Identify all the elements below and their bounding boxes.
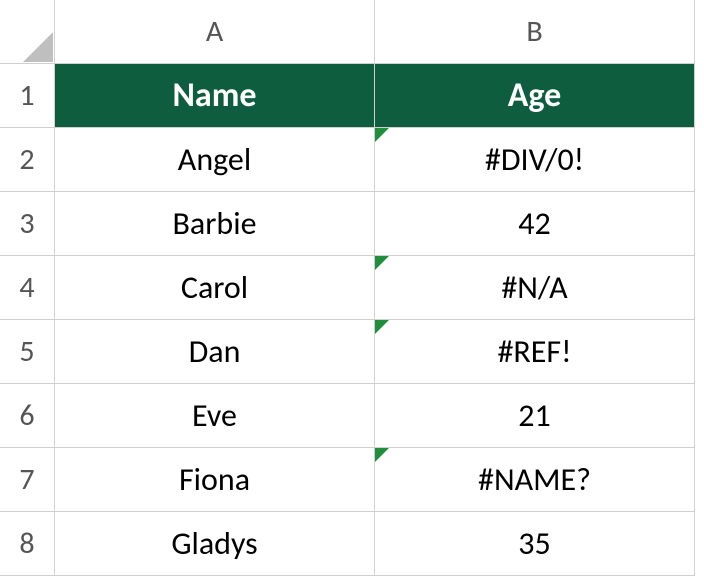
cell-b8[interactable]: 35: [375, 512, 695, 576]
cell-b2[interactable]: #DIV/0!: [375, 128, 695, 192]
row-header-6[interactable]: 6: [0, 384, 55, 448]
row-header-3[interactable]: 3: [0, 192, 55, 256]
spreadsheet-grid: A B 1 Name Age 2 Angel #DIV/0! 3 Barbie …: [0, 0, 704, 576]
column-header-a[interactable]: A: [55, 0, 375, 64]
error-indicator-icon: [375, 256, 389, 270]
cell-a1[interactable]: Name: [55, 64, 375, 128]
select-all-corner[interactable]: [0, 0, 55, 64]
cell-a7[interactable]: Fiona: [55, 448, 375, 512]
error-indicator-icon: [375, 448, 389, 462]
cell-b6[interactable]: 21: [375, 384, 695, 448]
cell-value: #DIV/0!: [485, 140, 584, 179]
cell-b7[interactable]: #NAME?: [375, 448, 695, 512]
cell-b4[interactable]: #N/A: [375, 256, 695, 320]
cell-a6[interactable]: Eve: [55, 384, 375, 448]
cell-value: 35: [518, 524, 550, 563]
row-header-5[interactable]: 5: [0, 320, 55, 384]
row-header-4[interactable]: 4: [0, 256, 55, 320]
row-header-1[interactable]: 1: [0, 64, 55, 128]
cell-a2[interactable]: Angel: [55, 128, 375, 192]
cell-value: #N/A: [501, 268, 567, 307]
cell-value: 42: [518, 204, 550, 243]
cell-b3[interactable]: 42: [375, 192, 695, 256]
cell-value: 21: [518, 396, 550, 435]
error-indicator-icon: [375, 128, 389, 142]
error-indicator-icon: [375, 320, 389, 334]
column-header-b[interactable]: B: [375, 0, 695, 64]
row-header-7[interactable]: 7: [0, 448, 55, 512]
row-header-8[interactable]: 8: [0, 512, 55, 576]
cell-b5[interactable]: #REF!: [375, 320, 695, 384]
cell-a3[interactable]: Barbie: [55, 192, 375, 256]
cell-a5[interactable]: Dan: [55, 320, 375, 384]
row-header-2[interactable]: 2: [0, 128, 55, 192]
cell-b1[interactable]: Age: [375, 64, 695, 128]
cell-value: #REF!: [497, 332, 571, 371]
cell-a4[interactable]: Carol: [55, 256, 375, 320]
cell-value: #NAME?: [478, 460, 591, 499]
cell-a8[interactable]: Gladys: [55, 512, 375, 576]
